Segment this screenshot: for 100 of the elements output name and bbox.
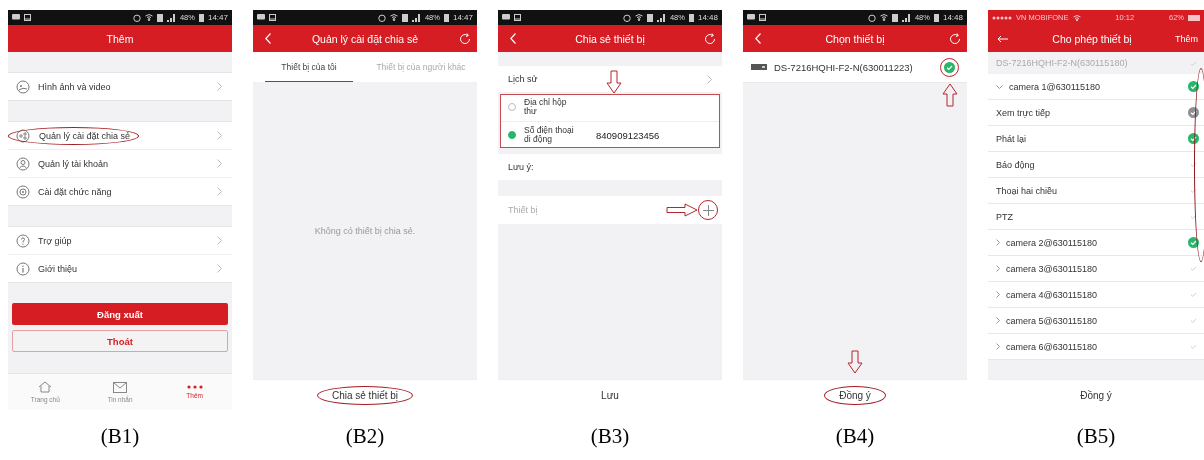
radio-button[interactable] (508, 103, 516, 112)
tree-row[interactable]: camera 5@630115180 (988, 308, 1204, 334)
chat-icon (12, 14, 20, 21)
sim-icon (646, 13, 653, 22)
bottom-button[interactable]: Đồng ý (1080, 389, 1112, 401)
wifi-icon (144, 14, 153, 21)
camera-label: camera 2@630115180 (1006, 237, 1099, 248)
figure-caption: (B2) (345, 424, 385, 449)
signal-icon (656, 13, 666, 22)
check-icon[interactable] (944, 61, 955, 73)
add-link[interactable]: Thêm (1175, 33, 1198, 44)
permission-label: Xem trực tiếp (996, 107, 1052, 118)
menu-item[interactable]: Quản lý tài khoản (8, 150, 232, 178)
menu-item-label: Cài đặt chức năng (38, 186, 112, 197)
collapse-icon[interactable] (996, 291, 1000, 298)
alarm-icon (867, 13, 876, 22)
signal-icon (901, 13, 911, 22)
check-icon[interactable] (1188, 133, 1199, 144)
expand-icon[interactable] (996, 84, 1003, 89)
back-icon[interactable] (755, 33, 761, 44)
tree-row[interactable]: Thoại hai chiều (988, 178, 1204, 204)
note-label: Lưu ý: (508, 162, 535, 173)
screen-title: Quản lý cài đặt chia sẻ (310, 32, 420, 45)
refresh-icon[interactable] (949, 32, 961, 45)
info-icon (16, 261, 30, 276)
back-icon[interactable] (265, 33, 271, 44)
back-icon[interactable] (997, 34, 1009, 43)
check-icon[interactable] (1188, 237, 1199, 248)
envelope-icon (113, 381, 127, 393)
tree-row[interactable]: camera 2@630115180 (988, 230, 1204, 256)
clock-text: 14:47 (207, 13, 228, 22)
share-icon (16, 128, 30, 143)
collapse-icon[interactable] (996, 317, 1000, 324)
person-icon (16, 156, 30, 171)
logout-button[interactable]: Đăng xuất (12, 303, 228, 325)
bottom-button[interactable]: Lưu (601, 389, 619, 401)
chat-icon (747, 14, 755, 21)
menu-item[interactable]: Hình ảnh và video (8, 73, 232, 100)
picture-icon (269, 14, 276, 21)
note-row[interactable]: Lưu ý: (498, 154, 722, 181)
menu-item-label: Quản lý tài khoản (38, 158, 109, 169)
contact-option[interactable]: Số điện thoại di động 840909123456 (500, 121, 720, 149)
alarm-icon (377, 13, 386, 22)
option-label: Địa chỉ hộp thư (524, 98, 568, 117)
check-icon[interactable] (1188, 81, 1199, 92)
menu-item[interactable]: Giới thiệu (8, 255, 232, 282)
menu-item-label: Hình ảnh và video (38, 81, 111, 92)
option-label: Số điện thoại di động (524, 125, 575, 145)
wifi-icon (879, 14, 888, 21)
collapse-icon[interactable] (996, 239, 1000, 246)
menu-item[interactable]: Cài đặt chức năng (8, 178, 232, 205)
tree-row[interactable]: camera 4@630115180 (988, 282, 1204, 308)
collapse-icon[interactable] (996, 265, 1000, 272)
refresh-icon[interactable] (704, 32, 716, 45)
chevron-icon (217, 131, 222, 140)
menu-item[interactable]: Trợ giúp (8, 227, 232, 255)
history-label: Lịch sử (508, 74, 539, 84)
collapse-icon[interactable] (996, 343, 1000, 350)
refresh-icon[interactable] (459, 32, 471, 45)
exit-button[interactable]: Thoát (12, 330, 228, 352)
menu-item[interactable]: Quản lý cài đặt chia sẻ (8, 122, 232, 150)
battery-icon (1188, 14, 1200, 21)
camera-label: camera 1@630115180 (1009, 81, 1102, 92)
permission-label: Phát lại (996, 133, 1028, 144)
history-row[interactable]: Lịch sử (498, 66, 722, 92)
back-icon[interactable] (510, 33, 516, 44)
figure-caption: (B4) (835, 424, 875, 449)
phone-number-value[interactable]: 840909123456 (596, 129, 660, 141)
device-name: DS-7216HQHI-F2-N(630115180) (996, 58, 1129, 68)
home-icon (38, 381, 53, 393)
wifi-icon (389, 14, 398, 21)
picture-icon (759, 14, 766, 21)
tab[interactable]: Thiết bị của tôi (265, 52, 353, 82)
tree-row[interactable]: camera 3@630115180 (988, 256, 1204, 282)
figure-caption: (B5) (1076, 424, 1116, 449)
menu-item-label: Trợ giúp (38, 235, 72, 246)
tree-row[interactable]: Báo động (988, 152, 1204, 178)
wifi-icon (1072, 14, 1081, 21)
permission-label: Thoại hai chiều (996, 185, 1059, 196)
sim-icon (401, 13, 408, 22)
contact-option[interactable]: Địa chỉ hộp thư (500, 94, 720, 122)
tree-row[interactable]: camera 1@630115180 (988, 74, 1204, 100)
camera-label: camera 4@630115180 (1006, 289, 1099, 300)
chat-icon (257, 14, 265, 21)
tree-row[interactable]: PTZ (988, 204, 1204, 230)
radio-button[interactable] (508, 131, 516, 140)
tree-row[interactable]: Phát lại (988, 126, 1204, 152)
screen-title: Cho phép thiết bị (1051, 32, 1133, 45)
chevron-icon (217, 187, 222, 196)
battery-icon (933, 13, 939, 22)
tree-row[interactable]: camera 6@630115180 (988, 334, 1204, 360)
clock-text: 14:48 (697, 13, 718, 22)
picture-icon (514, 14, 521, 21)
permission-label: Báo động (996, 159, 1036, 170)
camera-label: camera 3@630115180 (1006, 263, 1099, 274)
signal-icon (411, 13, 421, 22)
gear-icon (16, 184, 30, 199)
device-label: Thiết bị (508, 205, 539, 216)
more-icon (186, 385, 203, 389)
face-icon (16, 79, 30, 94)
